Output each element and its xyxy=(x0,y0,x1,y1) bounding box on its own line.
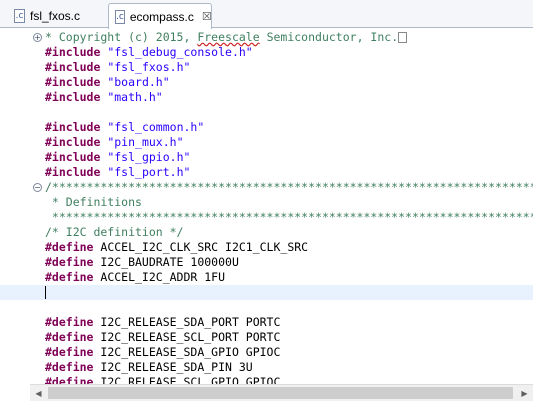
close-tab-icon[interactable]: ☒ xyxy=(202,10,212,23)
code-line[interactable]: #define I2C_RELEASE_SDA_PIN 3U xyxy=(45,360,533,375)
code-token: ACCEL_I2C_ADDR 1FU xyxy=(93,270,226,284)
c-file-icon: .c xyxy=(115,9,125,24)
code-token: #define xyxy=(45,240,94,254)
tab-label: fsl_fxos.c xyxy=(30,9,81,23)
horizontal-scrollbar[interactable]: ◀ ▶ xyxy=(30,384,533,401)
code-line[interactable]: #include "fsl_common.h" xyxy=(45,120,533,135)
code-token: Freescale xyxy=(197,30,260,44)
editor-gutter xyxy=(0,28,32,400)
code-line[interactable]: * Definitions xyxy=(45,195,533,210)
code-area[interactable]: * Copyright (c) 2015, Freescale Semicond… xyxy=(0,30,533,400)
code-token: "fsl_gpio.h" xyxy=(107,150,191,164)
code-line[interactable]: * Copyright (c) 2015, Freescale Semicond… xyxy=(45,30,533,45)
code-token: I2C_RELEASE_SDA_PIN 3U xyxy=(93,360,253,374)
code-token: * Copyright (c) 2015, xyxy=(45,30,198,44)
code-line[interactable]: /* I2C definition */ xyxy=(45,225,533,240)
c-file-icon: .c xyxy=(14,9,25,23)
collapse-fold-icon[interactable]: − xyxy=(33,183,42,192)
code-token: I2C_RELEASE_SDA_GPIO GPIOC xyxy=(93,345,281,359)
code-line[interactable]: ****************************************… xyxy=(45,210,533,225)
code-line[interactable]: #include "fsl_debug_console.h" xyxy=(45,45,533,60)
code-token: "fsl_debug_console.h" xyxy=(107,45,253,59)
code-token: #include xyxy=(45,75,101,89)
editor-tab-bar: .c fsl_fxos.c .c ecompass.c ☒ xyxy=(0,0,533,29)
code-line[interactable]: #include "pin_mux.h" xyxy=(45,135,533,150)
code-token: * Definitions xyxy=(45,195,142,209)
code-token: #define xyxy=(45,270,94,284)
code-token: #include xyxy=(45,165,101,179)
code-token: #include xyxy=(45,135,101,149)
code-line[interactable]: /***************************************… xyxy=(45,180,533,195)
text-cursor xyxy=(45,286,46,299)
code-token: "fsl_port.h" xyxy=(107,165,191,179)
code-token: #define xyxy=(45,255,94,269)
expand-fold-icon[interactable]: + xyxy=(33,33,42,42)
code-token: /* I2C definition */ xyxy=(45,225,184,239)
code-token: #define xyxy=(45,330,94,344)
folded-region-icon[interactable] xyxy=(398,32,408,43)
code-line[interactable]: #define I2C_BAUDRATE 100000U xyxy=(45,255,533,270)
code-token: "pin_mux.h" xyxy=(107,135,184,149)
scroll-left-icon[interactable]: ◀ xyxy=(30,385,47,401)
code-line[interactable]: #define ACCEL_I2C_ADDR 1FU xyxy=(45,270,533,285)
code-token: #include xyxy=(45,45,101,59)
code-line[interactable]: #include "fsl_gpio.h" xyxy=(45,150,533,165)
code-token: #include xyxy=(45,90,101,104)
code-line[interactable]: #include "math.h" xyxy=(45,90,533,105)
code-line[interactable]: #define I2C_RELEASE_SDA_PORT PORTC xyxy=(45,315,533,330)
code-token: "fsl_common.h" xyxy=(107,120,205,134)
code-line[interactable]: #define I2C_RELEASE_SDA_GPIO GPIOC xyxy=(45,345,533,360)
code-token: ACCEL_I2C_CLK_SRC I2C1_CLK_SRC xyxy=(93,240,309,254)
code-line[interactable]: #include "board.h" xyxy=(45,75,533,90)
scrollbar-thumb[interactable] xyxy=(48,387,513,399)
code-editor[interactable]: + − * Copyright (c) 2015, Freescale Semic… xyxy=(0,28,533,400)
code-token: #include xyxy=(45,120,101,134)
code-line[interactable] xyxy=(45,300,533,315)
tab-label: ecompass.c xyxy=(129,9,194,24)
code-token: "fsl_fxos.h" xyxy=(107,60,191,74)
code-token: I2C_RELEASE_SDA_PORT PORTC xyxy=(93,315,281,329)
code-token: #include xyxy=(45,150,101,164)
code-token: I2C_RELEASE_SCL_PORT PORTC xyxy=(93,330,281,344)
code-line[interactable] xyxy=(45,105,533,120)
code-token: "math.h" xyxy=(107,90,163,104)
tab-fsl-fxos[interactable]: .c fsl_fxos.c xyxy=(8,4,106,28)
code-token: "board.h" xyxy=(107,75,170,89)
code-token: I2C_BAUDRATE 100000U xyxy=(93,255,239,269)
code-token: #define xyxy=(45,345,94,359)
code-line[interactable]: #define ACCEL_I2C_CLK_SRC I2C1_CLK_SRC xyxy=(45,240,533,255)
code-line[interactable]: #define I2C_RELEASE_SCL_PORT PORTC xyxy=(45,330,533,345)
code-line[interactable]: #include "fsl_port.h" xyxy=(45,165,533,180)
editor-bottom-edge xyxy=(0,401,533,413)
code-token: Semiconductor, Inc. xyxy=(259,30,399,44)
code-token: #define xyxy=(45,360,94,374)
tab-ecompass[interactable]: .c ecompass.c ☒ xyxy=(108,3,212,29)
scroll-right-icon[interactable]: ▶ xyxy=(516,385,533,401)
code-token: #define xyxy=(45,315,94,329)
code-token: #include xyxy=(45,60,101,74)
current-line[interactable] xyxy=(0,285,533,300)
code-token: ****************************************… xyxy=(51,210,533,224)
code-line[interactable]: #include "fsl_fxos.h" xyxy=(45,60,533,75)
code-token: /***************************************… xyxy=(45,180,533,194)
